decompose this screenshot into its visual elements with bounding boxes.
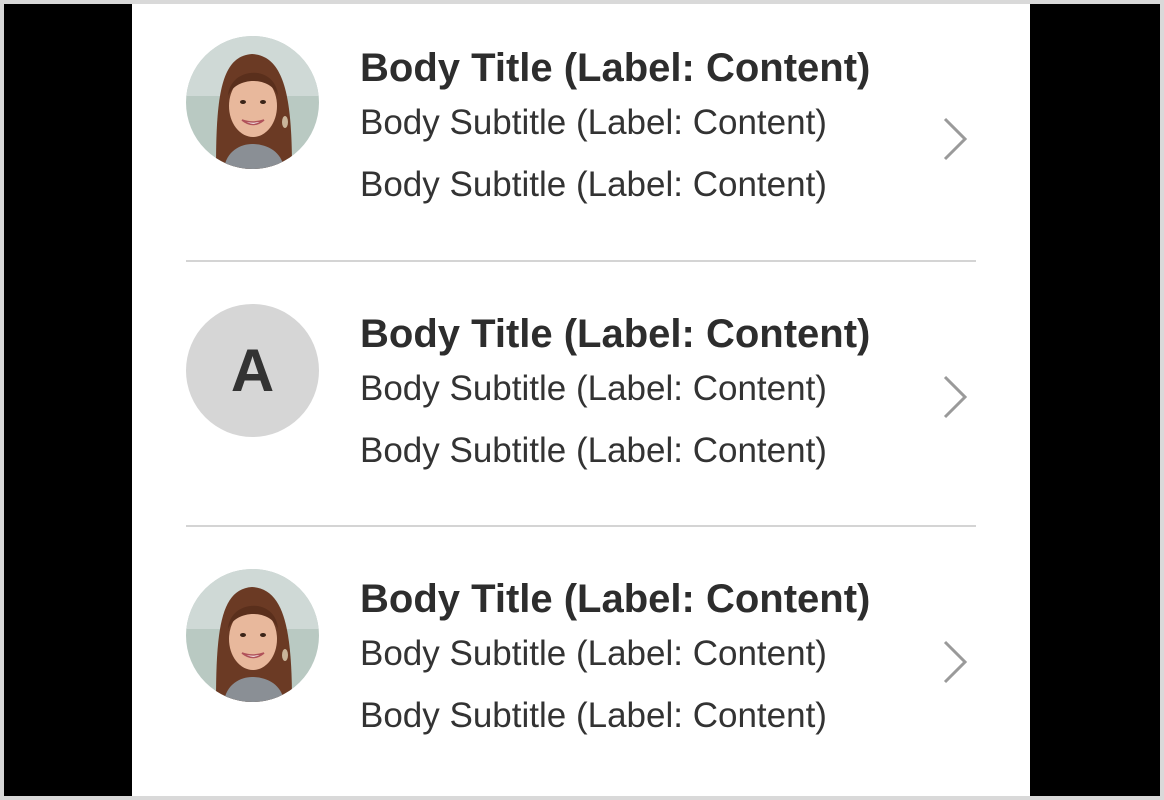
chevron-right-icon — [943, 117, 968, 161]
list-item[interactable]: Body Title (Label: Content) Body Subtitl… — [186, 4, 976, 262]
item-title: Body Title (Label: Content) — [360, 46, 871, 90]
avatar-photo — [186, 36, 319, 169]
chevron-right-icon — [943, 375, 968, 419]
list-panel: Body Title (Label: Content) Body Subtitl… — [132, 4, 1030, 796]
list-item-text: Body Title (Label: Content) Body Subtitl… — [360, 575, 870, 737]
list-item[interactable]: Body Title (Label: Content) Body Subtitl… — [186, 527, 976, 790]
item-subtitle: Body Subtitle (Label: Content) — [360, 696, 827, 735]
contact-list: Body Title (Label: Content) Body Subtitl… — [186, 4, 976, 790]
item-subtitle: Body Subtitle (Label: Content) — [360, 165, 827, 204]
list-item[interactable]: A Body Title (Label: Content) Body Subti… — [186, 262, 976, 527]
chevron-right-icon — [943, 640, 968, 684]
item-subtitle: Body Subtitle (Label: Content) — [360, 431, 827, 470]
avatar-photo — [186, 569, 319, 702]
item-subtitle: Body Subtitle (Label: Content) — [360, 634, 827, 673]
avatar-initial: A — [186, 304, 319, 437]
item-subtitle: Body Subtitle (Label: Content) — [360, 103, 827, 142]
item-subtitle: Body Subtitle (Label: Content) — [360, 369, 827, 408]
item-title: Body Title (Label: Content) — [360, 577, 871, 621]
list-item-text: Body Title (Label: Content) Body Subtitl… — [360, 44, 870, 206]
item-title: Body Title (Label: Content) — [360, 312, 871, 356]
list-item-text: Body Title (Label: Content) Body Subtitl… — [360, 310, 870, 472]
